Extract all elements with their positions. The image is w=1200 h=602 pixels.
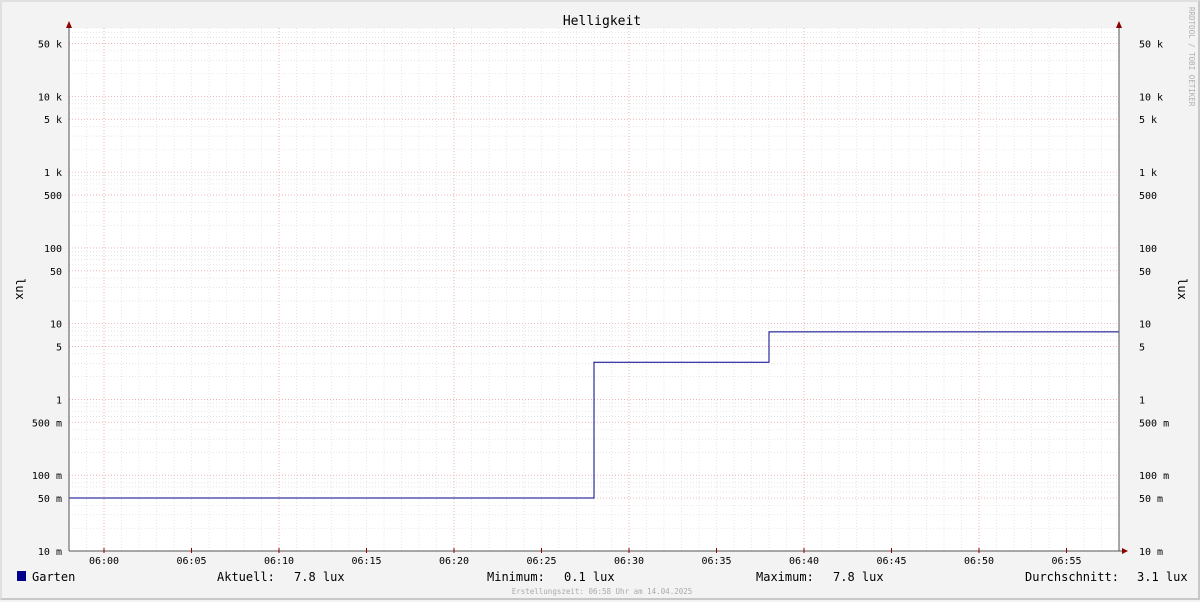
chart-canvas: 10 m 50 m 100 m 500 m 1 5 10 50 100 500 1 k 5 k 10 k… — [13, 7, 1196, 596]
y-tick-label-left: 1 k — [44, 168, 62, 179]
x-tick-label: 06:20 — [439, 556, 469, 567]
x-tick-label: 06:55 — [1051, 556, 1081, 567]
y-tick-label-right: 100 — [1139, 244, 1157, 255]
y-tick-label-left: 500 — [44, 191, 62, 202]
x-tick-label: 06:10 — [264, 556, 294, 567]
y-tick-label-left: 10 m — [38, 547, 62, 558]
y-tick-label-left: 10 k — [38, 92, 62, 103]
y-tick-label-left: 50 m — [38, 494, 62, 505]
creation-timestamp: Erstellungszeit: 06:58 Uhr am 14.04.2025 — [512, 587, 693, 596]
x-tick-label: 06:00 — [89, 556, 119, 567]
y-tick-label-right: 1 k — [1139, 168, 1157, 179]
y-tick-label-right: 5 k — [1139, 115, 1157, 126]
y-tick-label-right: 10 m — [1139, 547, 1163, 558]
y-tick-label-left: 50 — [50, 267, 62, 278]
y-axis-label-right: lux — [1175, 278, 1189, 300]
legend-avg-label: Durchschnitt: — [1025, 570, 1119, 584]
y-tick-labels-left: 10 m 50 m 100 m 500 m 1 5 10 50 100 500 1 k 5 k 10 k… — [32, 39, 62, 558]
y-axis-label-left: lux — [13, 278, 27, 300]
y-tick-label-right: 10 — [1139, 320, 1151, 331]
x-tick-label: 06:35 — [701, 556, 731, 567]
x-tick-label: 06:50 — [964, 556, 994, 567]
legend-min-value: 0.1 lux — [564, 570, 615, 584]
legend-swatch-garten — [17, 571, 26, 581]
x-tick-label: 06:05 — [176, 556, 206, 567]
x-tick-label: 06:15 — [351, 556, 381, 567]
x-tick-label: 06:40 — [789, 556, 819, 567]
x-tick-label: 06:45 — [876, 556, 906, 567]
y-tick-label-right: 50 m — [1139, 494, 1163, 505]
x-tick-label: 06:30 — [614, 556, 644, 567]
y-tick-label-left: 100 m — [32, 471, 62, 482]
chart-title: Helligkeit — [563, 14, 641, 29]
right-axis-arrow-icon — [1116, 21, 1122, 28]
left-axis-arrow-icon — [66, 21, 72, 28]
legend-min-label: Minimum: — [487, 570, 545, 584]
legend-current-value: 7.8 lux — [294, 570, 345, 584]
y-tick-label-left: 1 — [56, 395, 62, 406]
y-tick-label-left: 50 k — [38, 39, 62, 50]
y-tick-labels-right: 10 m 50 m 100 m 500 m 1 5 10 50 100 500 1 k 5 k 10 k… — [1139, 39, 1169, 558]
legend: Garten Aktuell: 7.8 lux Minimum: 0.1 lux… — [17, 570, 1188, 584]
y-tick-label-right: 50 k — [1139, 39, 1163, 50]
y-tick-label-left: 5 k — [44, 115, 62, 126]
y-tick-label-right: 5 — [1139, 343, 1145, 354]
legend-avg-value: 3.1 lux — [1137, 570, 1188, 584]
legend-max-label: Maximum: — [756, 570, 814, 584]
watermark: RRDTOOL / TOBI OETIKER — [1187, 7, 1196, 107]
rrd-graph: 10 m 50 m 100 m 500 m 1 5 10 50 100 500 1 k 5 k 10 k… — [0, 0, 1200, 600]
y-tick-label-left: 5 — [56, 343, 62, 354]
y-tick-label-right: 500 — [1139, 191, 1157, 202]
legend-max-value: 7.8 lux — [833, 570, 884, 584]
y-tick-label-left: 500 m — [32, 418, 62, 429]
y-tick-label-right: 1 — [1139, 395, 1145, 406]
x-tick-label: 06:25 — [526, 556, 556, 567]
y-tick-label-right: 100 m — [1139, 471, 1169, 482]
legend-current-label: Aktuell: — [217, 570, 275, 584]
legend-series-name: Garten — [32, 570, 75, 584]
y-tick-label-right: 500 m — [1139, 418, 1169, 429]
y-tick-label-right: 50 — [1139, 267, 1151, 278]
y-tick-label-left: 10 — [50, 320, 62, 331]
bottom-axis-arrow-icon — [1122, 548, 1128, 554]
y-tick-label-right: 10 k — [1139, 92, 1163, 103]
y-tick-label-left: 100 — [44, 244, 62, 255]
